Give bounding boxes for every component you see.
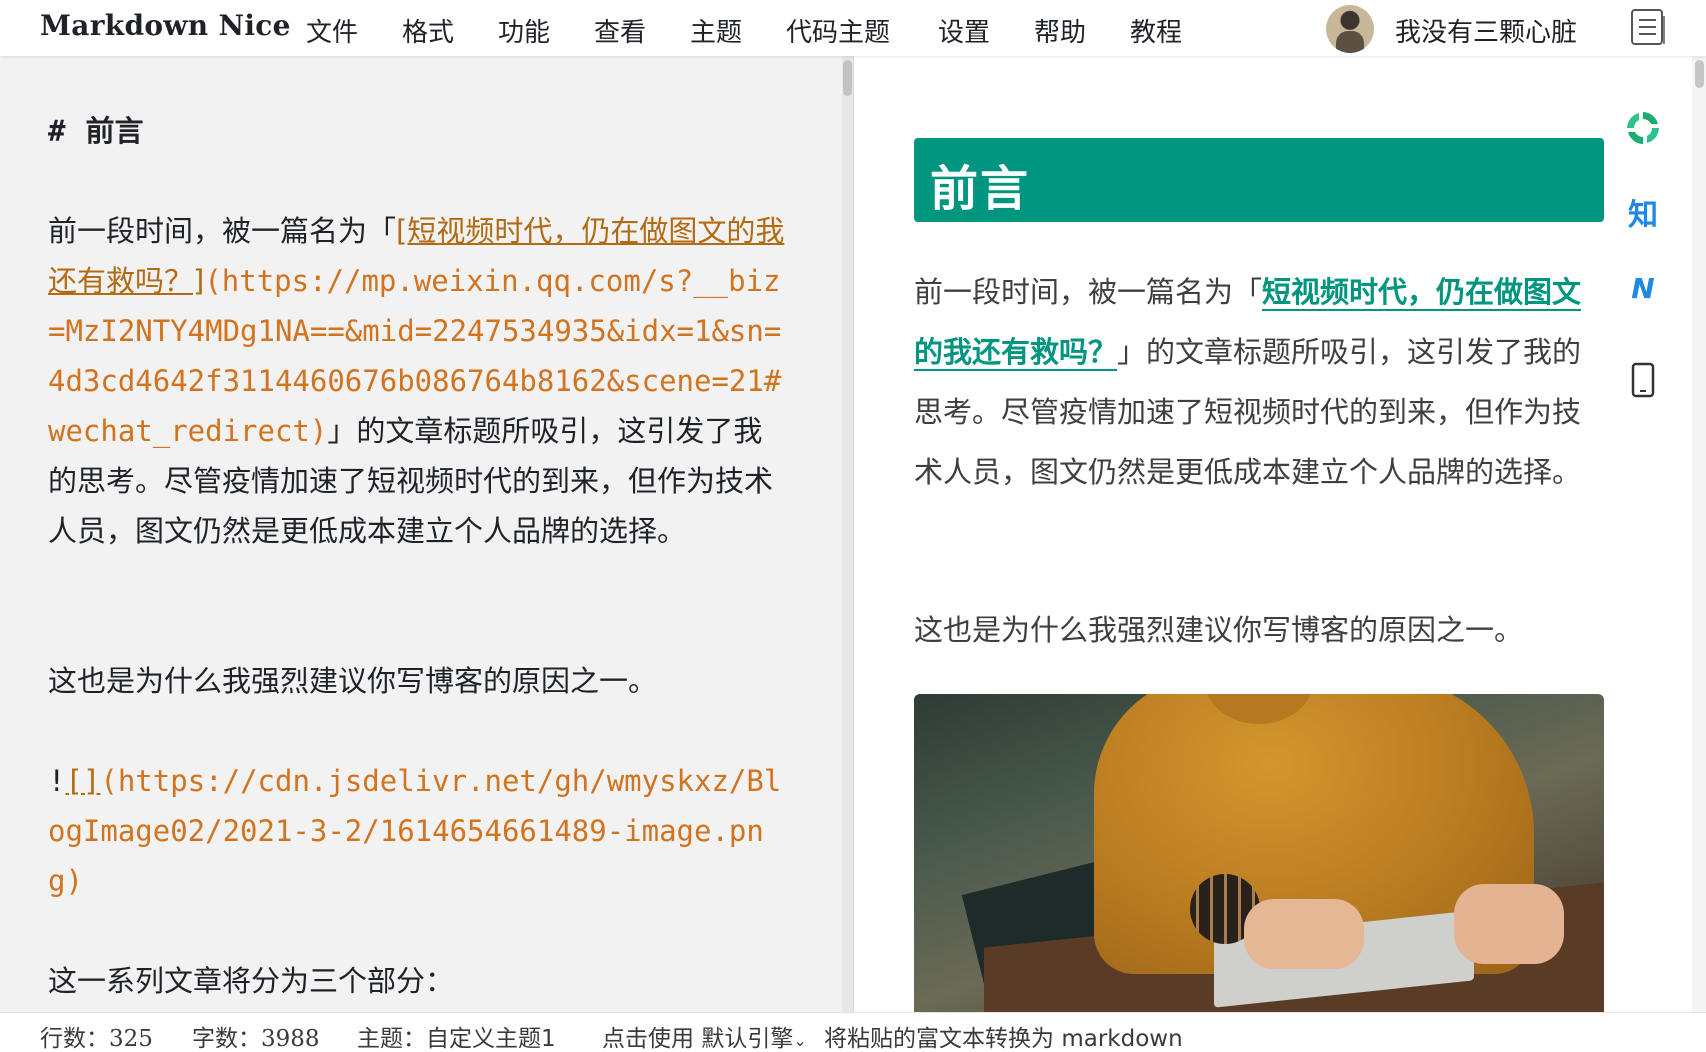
app-brand[interactable]: Markdown Nice [40,9,291,42]
menu-settings[interactable]: 设置 [938,12,990,49]
preview-image [914,694,1604,1012]
markdown-editor[interactable]: # 前言 前一段时间，被一篇名为「[短视频时代，仍在做图文的我还有救吗？](htt… [0,56,854,1012]
menu-bar: Markdown Nice 文件 格式 功能 查看 主题 代码主题 设置 帮助 … [0,0,1706,56]
status-bar: 行数：325 字数：3988 主题：自定义主题1 点击使用 默认引擎⌄ 将粘贴的… [0,1012,1706,1052]
avatar[interactable] [1326,5,1374,53]
phone-icon [1631,362,1655,398]
menu-function[interactable]: 功能 [498,12,550,49]
menu-view[interactable]: 查看 [594,12,646,49]
preview-paragraph-1: 前一段时间，被一篇名为「短视频时代，仍在做图文的我还有救吗？」的文章标题所吸引，… [914,262,1594,502]
editor-scroll-thumb[interactable] [843,60,852,96]
editor-scrollbar[interactable] [842,56,853,1012]
menu-help[interactable]: 帮助 [1034,12,1086,49]
convert-suffix: 将粘贴的富文本转换为 markdown [824,1026,1183,1052]
preview-paragraph-2: 这也是为什么我强烈建议你写博客的原因之一。 [914,613,1524,647]
current-theme: 主题：自定义主题1 [357,1026,556,1052]
image-bang: ! [48,764,66,798]
menu-theme[interactable]: 主题 [690,12,742,49]
menu-tutorial[interactable]: 教程 [1130,12,1182,49]
para1-prefix: 前一段时间，被一篇名为「 [48,214,397,248]
word-count: 字数：3988 [192,1026,320,1052]
editor-image-line: ![](https://cdn.jsdelivr.net/gh/wmyskxz/… [48,756,788,906]
menu-code-theme[interactable]: 代码主题 [786,12,890,49]
chevron-down-icon[interactable]: ⌄ [793,1031,806,1050]
convert-prefix: 点击使用 [602,1026,694,1052]
line-count: 行数：325 [40,1026,153,1052]
editor-paragraph-3: 这一系列文章将分为三个部分： [48,964,455,998]
wechat-icon [1627,112,1659,144]
editor-heading-line: # 前言 [48,106,788,156]
heading-text: 前言 [85,114,144,148]
mobile-preview-icon[interactable] [1623,360,1663,400]
preview-scroll-thumb[interactable] [1695,60,1704,88]
menu-file[interactable]: 文件 [306,12,358,49]
document-list-icon[interactable] [1630,8,1666,46]
image-url: (https://cdn.jsdelivr.net/gh/wmyskxz/Blo… [48,764,782,898]
image-alt: [] [65,764,101,798]
engine-select[interactable]: 默认引擎 [701,1026,793,1052]
paste-convert: 点击使用 默认引擎⌄ 将粘贴的富文本转换为 markdown [602,1019,1183,1052]
editor-paragraph-2: 这也是为什么我强烈建议你写博客的原因之一。 [48,664,658,698]
user-name[interactable]: 我没有三颗心脏 [1395,12,1577,49]
editor-paragraph-1: 前一段时间，被一篇名为「[短视频时代，仍在做图文的我还有救吗？](https:/… [48,206,788,556]
preview-heading: 前言 [914,138,1604,222]
preview-para1-prefix: 前一段时间，被一篇名为「 [914,275,1263,309]
wechat-copy-icon[interactable] [1623,108,1663,148]
zhihu-copy-icon[interactable]: 知 [1623,192,1663,233]
juejin-copy-icon[interactable]: N [1623,268,1663,308]
menu-format[interactable]: 格式 [402,12,454,49]
heading-hash: # [48,114,66,148]
preview-scrollbar[interactable] [1692,56,1706,1012]
